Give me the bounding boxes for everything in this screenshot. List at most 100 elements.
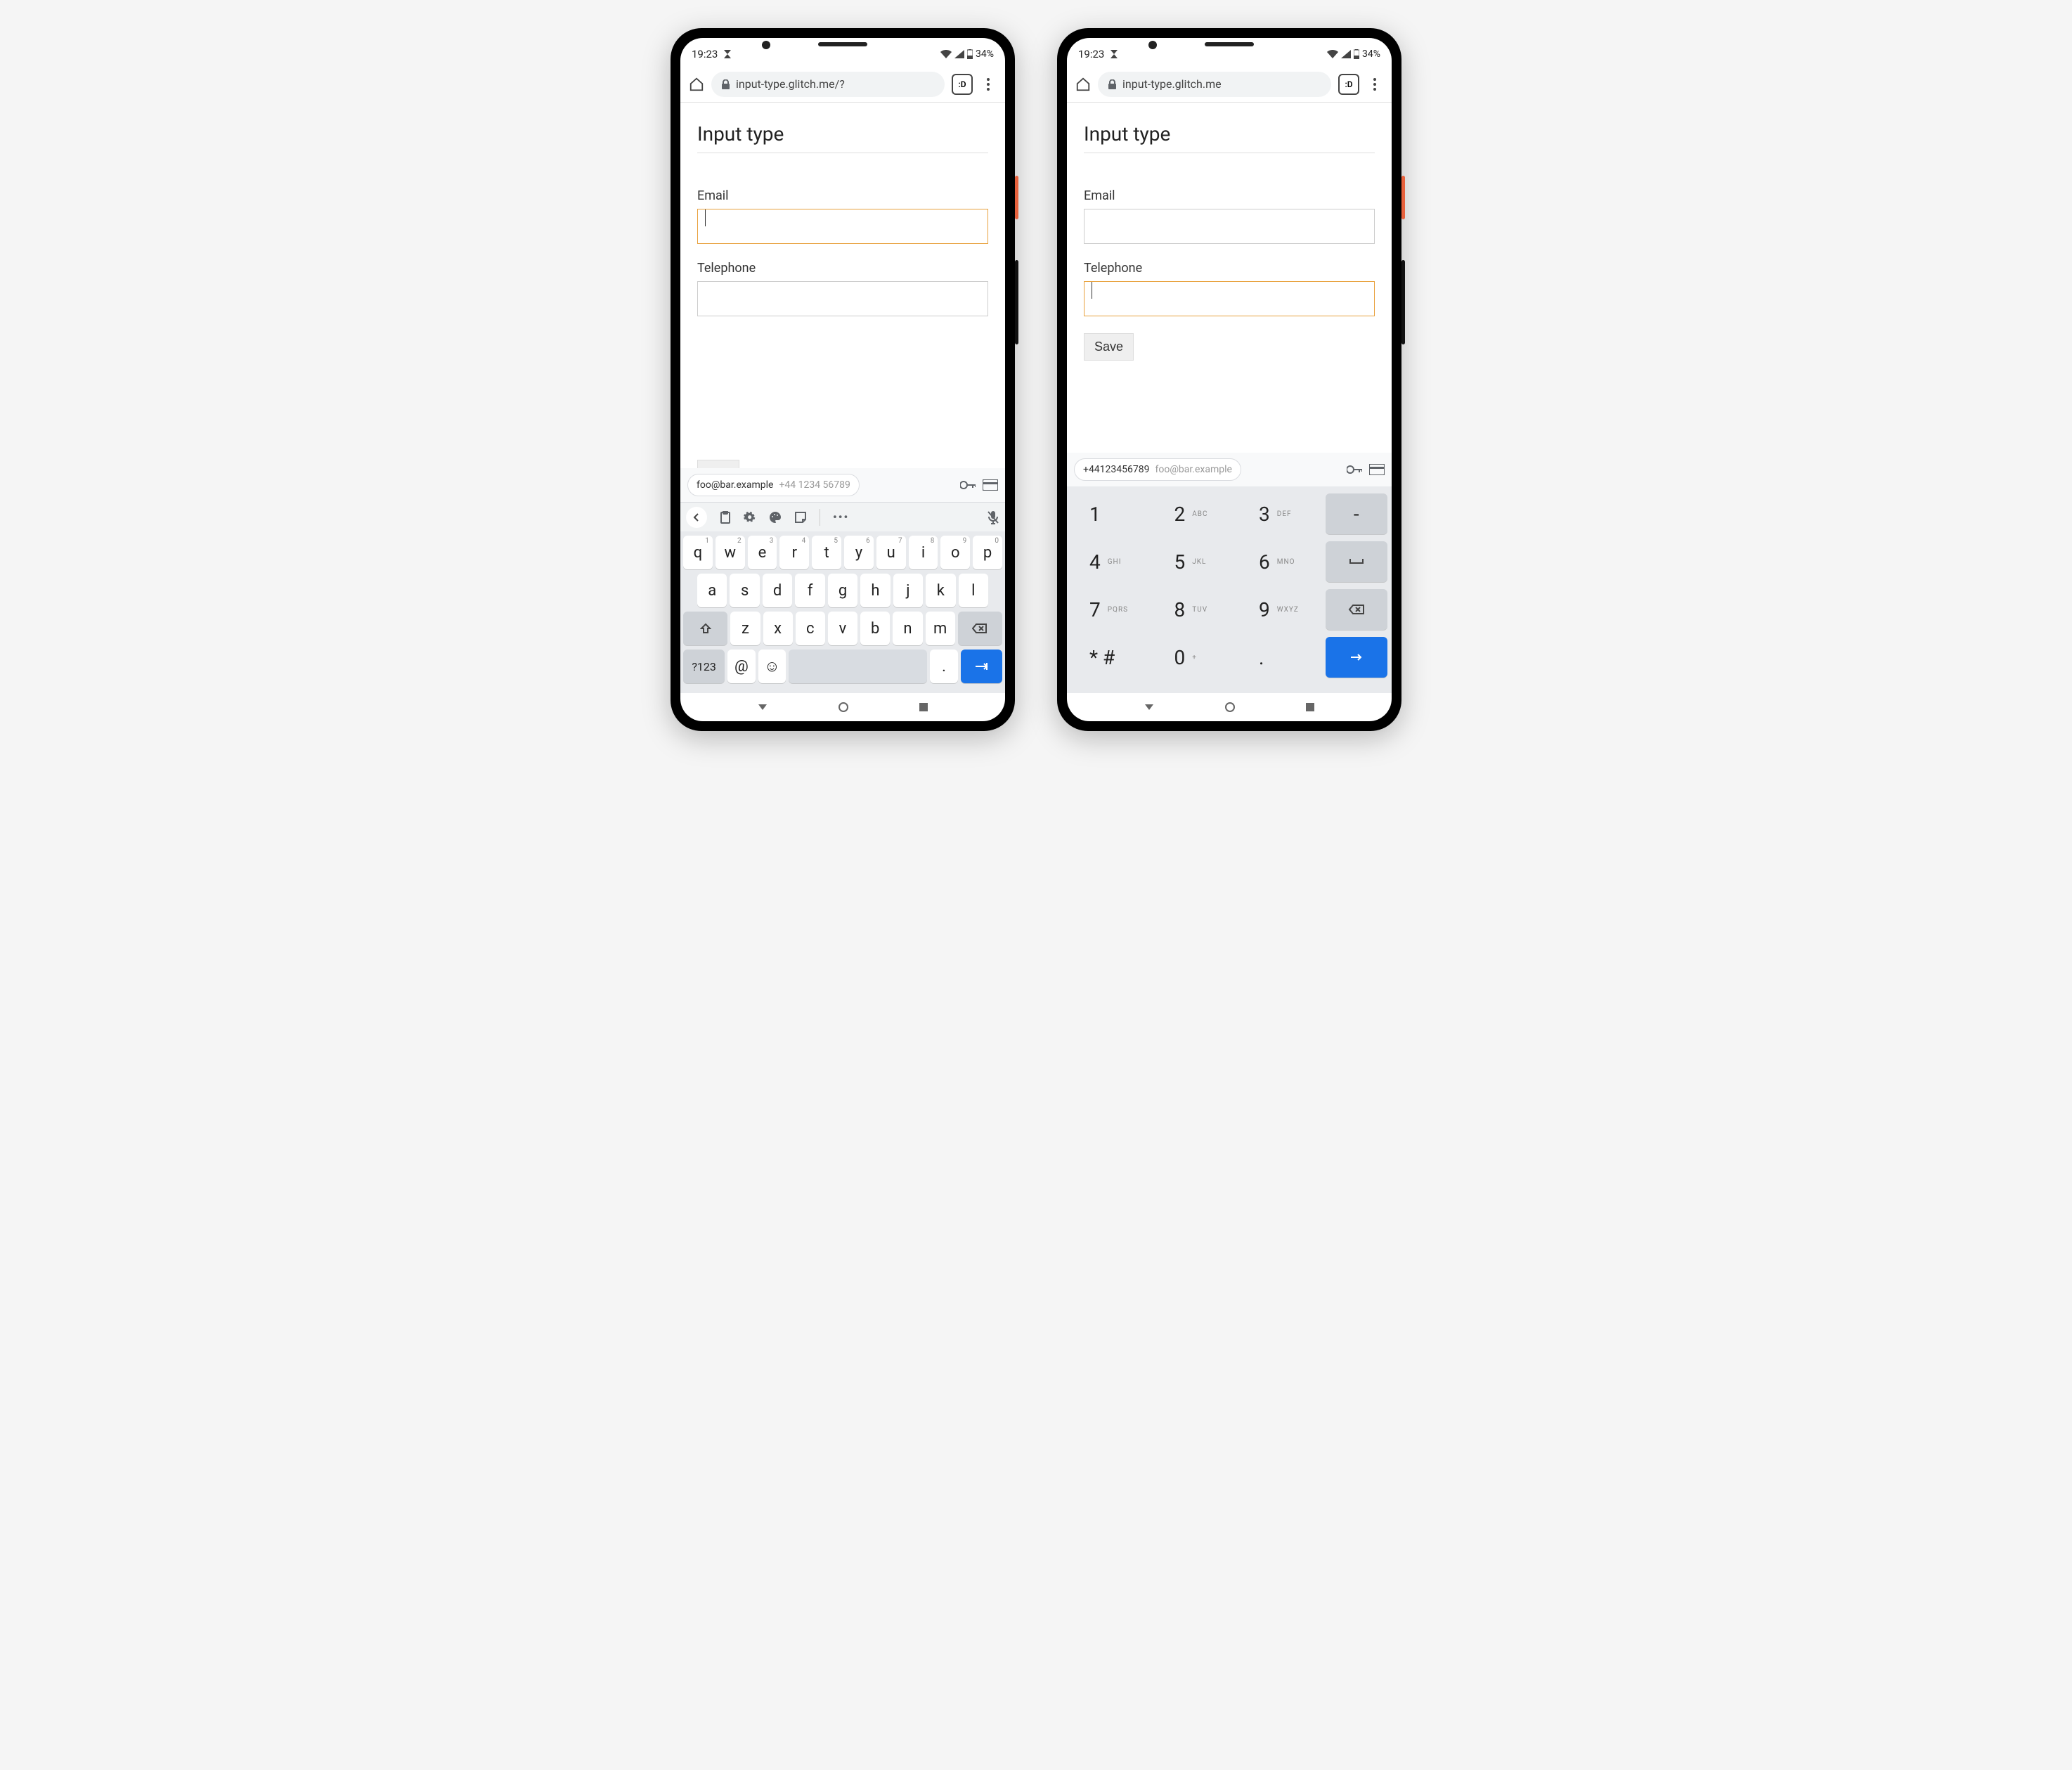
emoji-key[interactable]: ☺ — [758, 650, 786, 683]
status-bar: 19:23 34% — [1067, 42, 1392, 66]
key-j[interactable]: j — [893, 574, 923, 607]
save-button[interactable]: Save — [1084, 333, 1134, 361]
key-o[interactable]: o9 — [940, 536, 970, 569]
status-bar: 19:23 34% — [680, 42, 1005, 66]
home-icon[interactable] — [1075, 77, 1091, 92]
browser-toolbar: input-type.glitch.me :D — [1067, 66, 1392, 103]
key-v[interactable]: v — [828, 612, 857, 645]
symbols-key[interactable]: ?123 — [683, 650, 725, 683]
email-label: Email — [1084, 188, 1375, 203]
key-p[interactable]: p0 — [973, 536, 1002, 569]
key-a[interactable]: a — [697, 574, 727, 607]
key-u[interactable]: u7 — [876, 536, 906, 569]
period-key[interactable]: . — [930, 650, 957, 683]
dial-key-[interactable]: . — [1241, 637, 1321, 678]
email-field[interactable] — [1084, 209, 1375, 244]
battery-icon — [967, 49, 973, 59]
key-icon[interactable] — [960, 480, 976, 490]
dial-key-2[interactable]: 2ABC — [1156, 493, 1237, 534]
space-key[interactable] — [789, 650, 927, 683]
address-bar[interactable]: input-type.glitch.me — [1098, 72, 1331, 97]
keyboard-toolbar: ••• — [680, 502, 1005, 531]
clock: 19:23 — [1078, 48, 1104, 60]
enter-key[interactable] — [1326, 637, 1388, 678]
key-b[interactable]: b — [860, 612, 890, 645]
autofill-chip[interactable]: +44123456789 foo@bar.example — [1074, 458, 1241, 481]
key-s[interactable]: s — [730, 574, 759, 607]
autofill-chip[interactable]: foo@bar.example +44 1234 56789 — [687, 474, 860, 496]
backspace-key[interactable] — [1326, 589, 1388, 630]
enter-key[interactable] — [961, 650, 1002, 683]
power-button[interactable] — [1401, 176, 1405, 219]
mic-off-icon[interactable] — [987, 510, 999, 524]
key-g[interactable]: g — [828, 574, 857, 607]
save-button-peek[interactable] — [697, 460, 739, 468]
nav-home-icon[interactable] — [838, 702, 849, 713]
tab-switcher[interactable]: :D — [1338, 74, 1359, 95]
key-i[interactable]: i8 — [909, 536, 938, 569]
page-title: Input type — [1084, 117, 1375, 153]
key-f[interactable]: f — [795, 574, 824, 607]
key-z[interactable]: z — [730, 612, 760, 645]
key-n[interactable]: n — [893, 612, 922, 645]
telephone-field[interactable] — [697, 281, 988, 316]
overflow-menu[interactable] — [980, 78, 997, 91]
nav-recent-icon[interactable] — [1305, 702, 1315, 712]
key-c[interactable]: c — [796, 612, 825, 645]
telephone-label: Telephone — [1084, 261, 1375, 276]
key-y[interactable]: y6 — [844, 536, 874, 569]
gear-icon[interactable] — [744, 511, 756, 524]
dial-key-4[interactable]: 4GHI — [1071, 541, 1152, 582]
address-bar[interactable]: input-type.glitch.me/? — [711, 72, 945, 97]
key-h[interactable]: h — [860, 574, 890, 607]
key-w[interactable]: w2 — [716, 536, 745, 569]
nav-back-icon[interactable] — [1144, 702, 1155, 713]
dial-key-5[interactable]: 5JKL — [1156, 541, 1237, 582]
nav-recent-icon[interactable] — [919, 702, 928, 712]
power-button[interactable] — [1015, 176, 1018, 219]
dial-key-0[interactable]: 0+ — [1156, 637, 1237, 678]
kb-back-icon[interactable] — [686, 507, 707, 528]
key-r[interactable]: r4 — [779, 536, 809, 569]
clipboard-icon[interactable] — [720, 511, 731, 524]
sticker-icon[interactable] — [794, 511, 807, 524]
key-t[interactable]: t5 — [812, 536, 841, 569]
space-key[interactable] — [1326, 541, 1388, 582]
dial-key-1[interactable]: 1 — [1071, 493, 1152, 534]
dash-key[interactable]: - — [1326, 493, 1388, 534]
nav-home-icon[interactable] — [1224, 702, 1236, 713]
overflow-menu[interactable] — [1366, 78, 1383, 91]
at-key[interactable]: @ — [727, 650, 755, 683]
telephone-field[interactable] — [1084, 281, 1375, 316]
dial-key-3[interactable]: 3DEF — [1241, 493, 1321, 534]
dial-key-7[interactable]: 7PQRS — [1071, 589, 1152, 630]
card-icon[interactable] — [1369, 464, 1385, 475]
hourglass-icon — [723, 49, 732, 59]
nav-back-icon[interactable] — [757, 702, 768, 713]
card-icon[interactable] — [983, 479, 998, 491]
key-x[interactable]: x — [763, 612, 793, 645]
home-icon[interactable] — [689, 77, 704, 92]
key-k[interactable]: k — [926, 574, 955, 607]
backspace-key[interactable] — [958, 612, 1002, 645]
keyboard-dial: +44123456789 foo@bar.example 12ABC3DEF- 4… — [1067, 453, 1392, 693]
key-m[interactable]: m — [926, 612, 955, 645]
key-q[interactable]: q1 — [683, 536, 713, 569]
shift-key[interactable] — [683, 612, 727, 645]
dial-key-8[interactable]: 8TUV — [1156, 589, 1237, 630]
more-icon[interactable]: ••• — [833, 510, 849, 524]
key-d[interactable]: d — [763, 574, 792, 607]
dial-key-9[interactable]: 9WXYZ — [1241, 589, 1321, 630]
key-e[interactable]: e3 — [748, 536, 777, 569]
key-l[interactable]: l — [959, 574, 988, 607]
key-icon[interactable] — [1347, 465, 1362, 474]
volume-button[interactable] — [1015, 260, 1018, 344]
volume-button[interactable] — [1401, 260, 1405, 344]
palette-icon[interactable] — [769, 511, 782, 524]
dial-key-6[interactable]: 6MNO — [1241, 541, 1321, 582]
dial-key-[interactable]: * # — [1071, 637, 1152, 678]
email-field[interactable] — [697, 209, 988, 244]
battery-percent: 34% — [976, 49, 994, 60]
tab-switcher[interactable]: :D — [952, 74, 973, 95]
autofill-bar: +44123456789 foo@bar.example — [1067, 453, 1392, 486]
